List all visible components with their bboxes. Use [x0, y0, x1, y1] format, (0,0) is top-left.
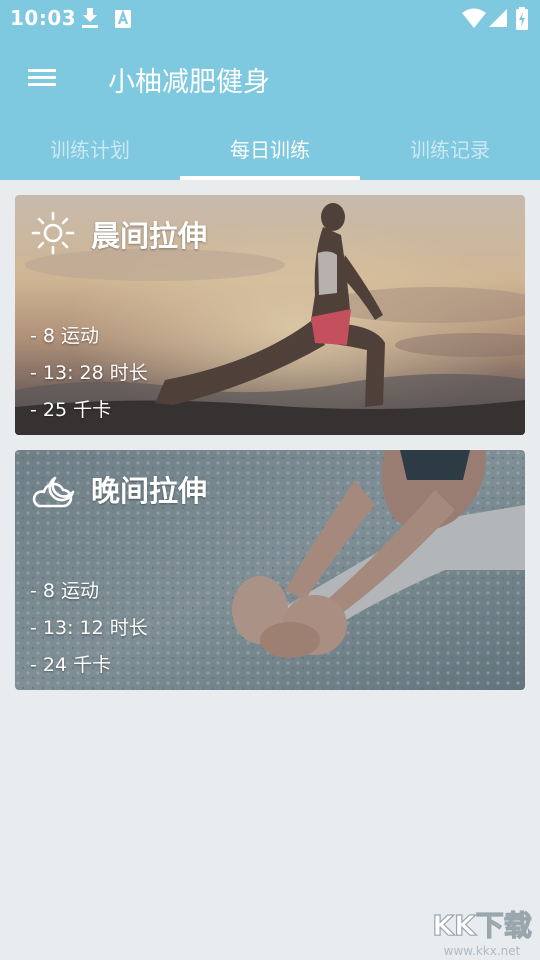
workout-duration: - 13: 28 时长 — [30, 362, 148, 384]
watermark-logo: KK下载 www.kkx.net — [432, 908, 533, 958]
menu-icon — [28, 69, 56, 72]
watermark-url: www.kkx.net — [444, 944, 521, 958]
sun-icon — [31, 211, 75, 255]
tab-indicator — [180, 176, 360, 180]
app-header: 10:03 小柚减肥健身 训练计划 每日训练 训练记录 — [0, 0, 540, 180]
tab-bar: 训练计划 每日训练 训练记录 — [0, 120, 540, 180]
workout-exercise-count: - 8 运动 — [30, 580, 100, 602]
app-title: 小柚减肥健身 — [108, 67, 270, 98]
status-bar: 10:03 — [0, 0, 540, 36]
workout-card-evening[interactable]: 晚间拉伸 - 8 运动 - 13: 12 时长 - 24 千卡 — [15, 450, 525, 690]
tab-training-plan[interactable]: 训练计划 — [0, 120, 180, 180]
status-time: 10:03 — [10, 6, 77, 30]
battery-icon — [516, 7, 528, 30]
workout-exercise-count: - 8 运动 — [30, 325, 100, 347]
download-icon — [82, 8, 98, 28]
menu-button[interactable] — [22, 62, 62, 94]
workout-calories: - 24 千卡 — [30, 654, 112, 676]
tab-daily-training[interactable]: 每日训练 — [180, 120, 360, 180]
watermark-text: KK下载 — [432, 909, 531, 942]
wifi-icon — [462, 8, 486, 28]
workout-title: 晚间拉伸 — [91, 474, 208, 508]
notification-app-icon — [115, 9, 131, 28]
app-bar: 小柚减肥健身 — [0, 36, 540, 120]
tab-training-records[interactable]: 训练记录 — [360, 120, 540, 180]
workout-calories: - 25 千卡 — [30, 399, 112, 421]
cloud-moon-icon — [32, 476, 75, 508]
workout-card-morning[interactable]: 晨间拉伸 - 8 运动 - 13: 28 时长 - 25 千卡 — [15, 195, 525, 435]
workout-duration: - 13: 12 时长 — [30, 617, 148, 639]
signal-icon — [489, 9, 507, 27]
workout-title: 晨间拉伸 — [91, 219, 208, 253]
